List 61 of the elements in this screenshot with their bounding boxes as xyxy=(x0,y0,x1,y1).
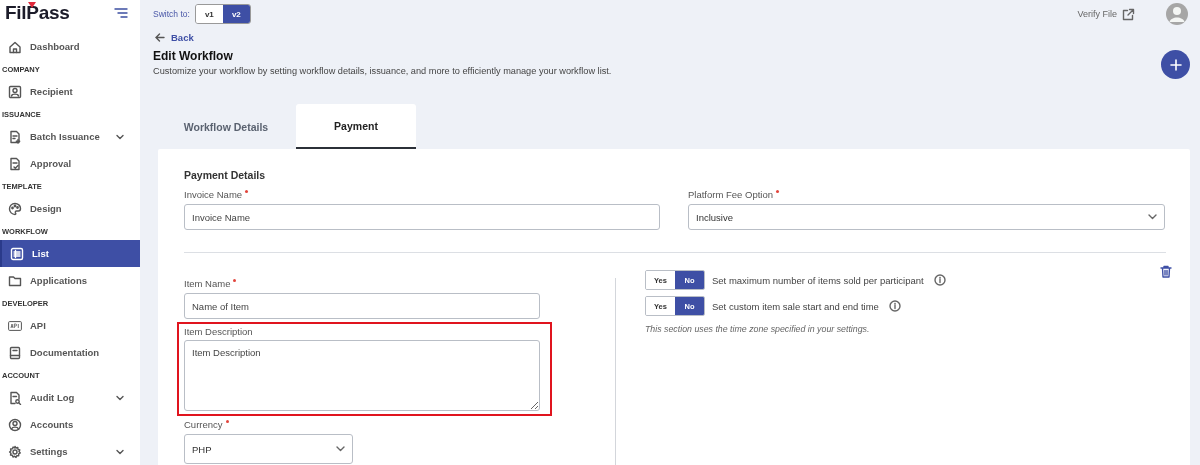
info-icon[interactable] xyxy=(888,300,901,312)
page-subtitle: Customize your workflow by setting workflow details, issuance, and more to efficiently manage your workflow list. xyxy=(153,66,612,76)
text-area[interactable]: Item Description xyxy=(184,340,540,411)
folder-icon xyxy=(8,273,22,288)
arrow-left-icon xyxy=(155,32,165,42)
tab[interactable]: Payment xyxy=(296,104,416,149)
field-label: Item Name xyxy=(184,278,237,289)
gear-icon xyxy=(8,444,22,459)
book-icon xyxy=(8,345,22,360)
page-title: Edit Workflow xyxy=(153,49,234,63)
chevron-down-icon xyxy=(336,446,345,452)
add-button[interactable] xyxy=(1161,50,1190,79)
trash-icon[interactable] xyxy=(1160,265,1172,275)
logo: FilPass xyxy=(5,2,70,24)
sidebar-item[interactable]: Applications xyxy=(0,267,140,294)
sidebar-item[interactable]: Dashboard xyxy=(0,33,140,60)
plus-icon xyxy=(1169,58,1182,71)
field-label: Item Description xyxy=(184,326,253,337)
sidebar-item[interactable]: Recipient xyxy=(0,78,140,105)
api-icon xyxy=(8,320,22,331)
input-field[interactable]: Invoice Name xyxy=(184,204,660,230)
sidebar-item[interactable]: List xyxy=(0,240,140,267)
tab[interactable]: Workflow Details xyxy=(156,104,296,149)
document-search-icon xyxy=(8,390,22,405)
sidebar-item[interactable]: Batch Issuance xyxy=(0,123,140,150)
dropdown[interactable]: PHP xyxy=(184,434,353,464)
verify-file-link[interactable]: Verify File xyxy=(1077,9,1117,19)
palette-icon xyxy=(8,201,22,216)
field-label: Currency xyxy=(184,419,229,430)
switch-label: Switch to: xyxy=(153,9,190,19)
external-link-icon xyxy=(1122,7,1135,21)
section-title: Payment Details xyxy=(184,169,267,181)
sidebar-item[interactable]: Documentation xyxy=(0,339,140,366)
sidebar-item[interactable]: Accounts xyxy=(0,411,140,438)
chevron-down-icon xyxy=(116,448,124,455)
back-link[interactable]: Back xyxy=(155,31,1190,43)
sidebar-item[interactable]: Approval xyxy=(0,150,140,177)
document-plus-icon xyxy=(8,129,22,144)
list-icon xyxy=(10,246,24,261)
sidebar-item[interactable]: API xyxy=(0,312,140,339)
field-label: Platform Fee Option xyxy=(688,189,779,200)
house-icon xyxy=(8,39,22,54)
info-icon[interactable] xyxy=(933,274,946,286)
dropdown[interactable]: Inclusive xyxy=(688,204,1165,230)
input-field[interactable]: Name of Item xyxy=(184,293,540,319)
sidebar-item[interactable]: Audit Log xyxy=(0,384,140,411)
chevron-down-icon xyxy=(116,394,124,401)
chevron-down-icon xyxy=(1148,214,1157,220)
version-option[interactable]: v2 xyxy=(222,5,250,23)
person-circle-icon xyxy=(8,417,22,432)
toggle-label: Set maximum number of items sold per participant xyxy=(712,274,924,286)
sidebar-item[interactable]: Settings xyxy=(0,438,140,465)
time-zone-note: This section uses the time zone specified in your settings. xyxy=(645,324,871,334)
document-check-icon xyxy=(8,156,22,171)
menu-icon[interactable] xyxy=(114,7,128,19)
person-card-icon xyxy=(8,84,22,99)
chevron-down-icon xyxy=(116,133,124,140)
field-label: Invoice Name xyxy=(184,189,249,200)
version-option[interactable]: v1 xyxy=(195,5,223,23)
sidebar-item[interactable]: Design xyxy=(0,195,140,222)
toggle-label: Set custom item sale start and end time xyxy=(712,300,879,312)
